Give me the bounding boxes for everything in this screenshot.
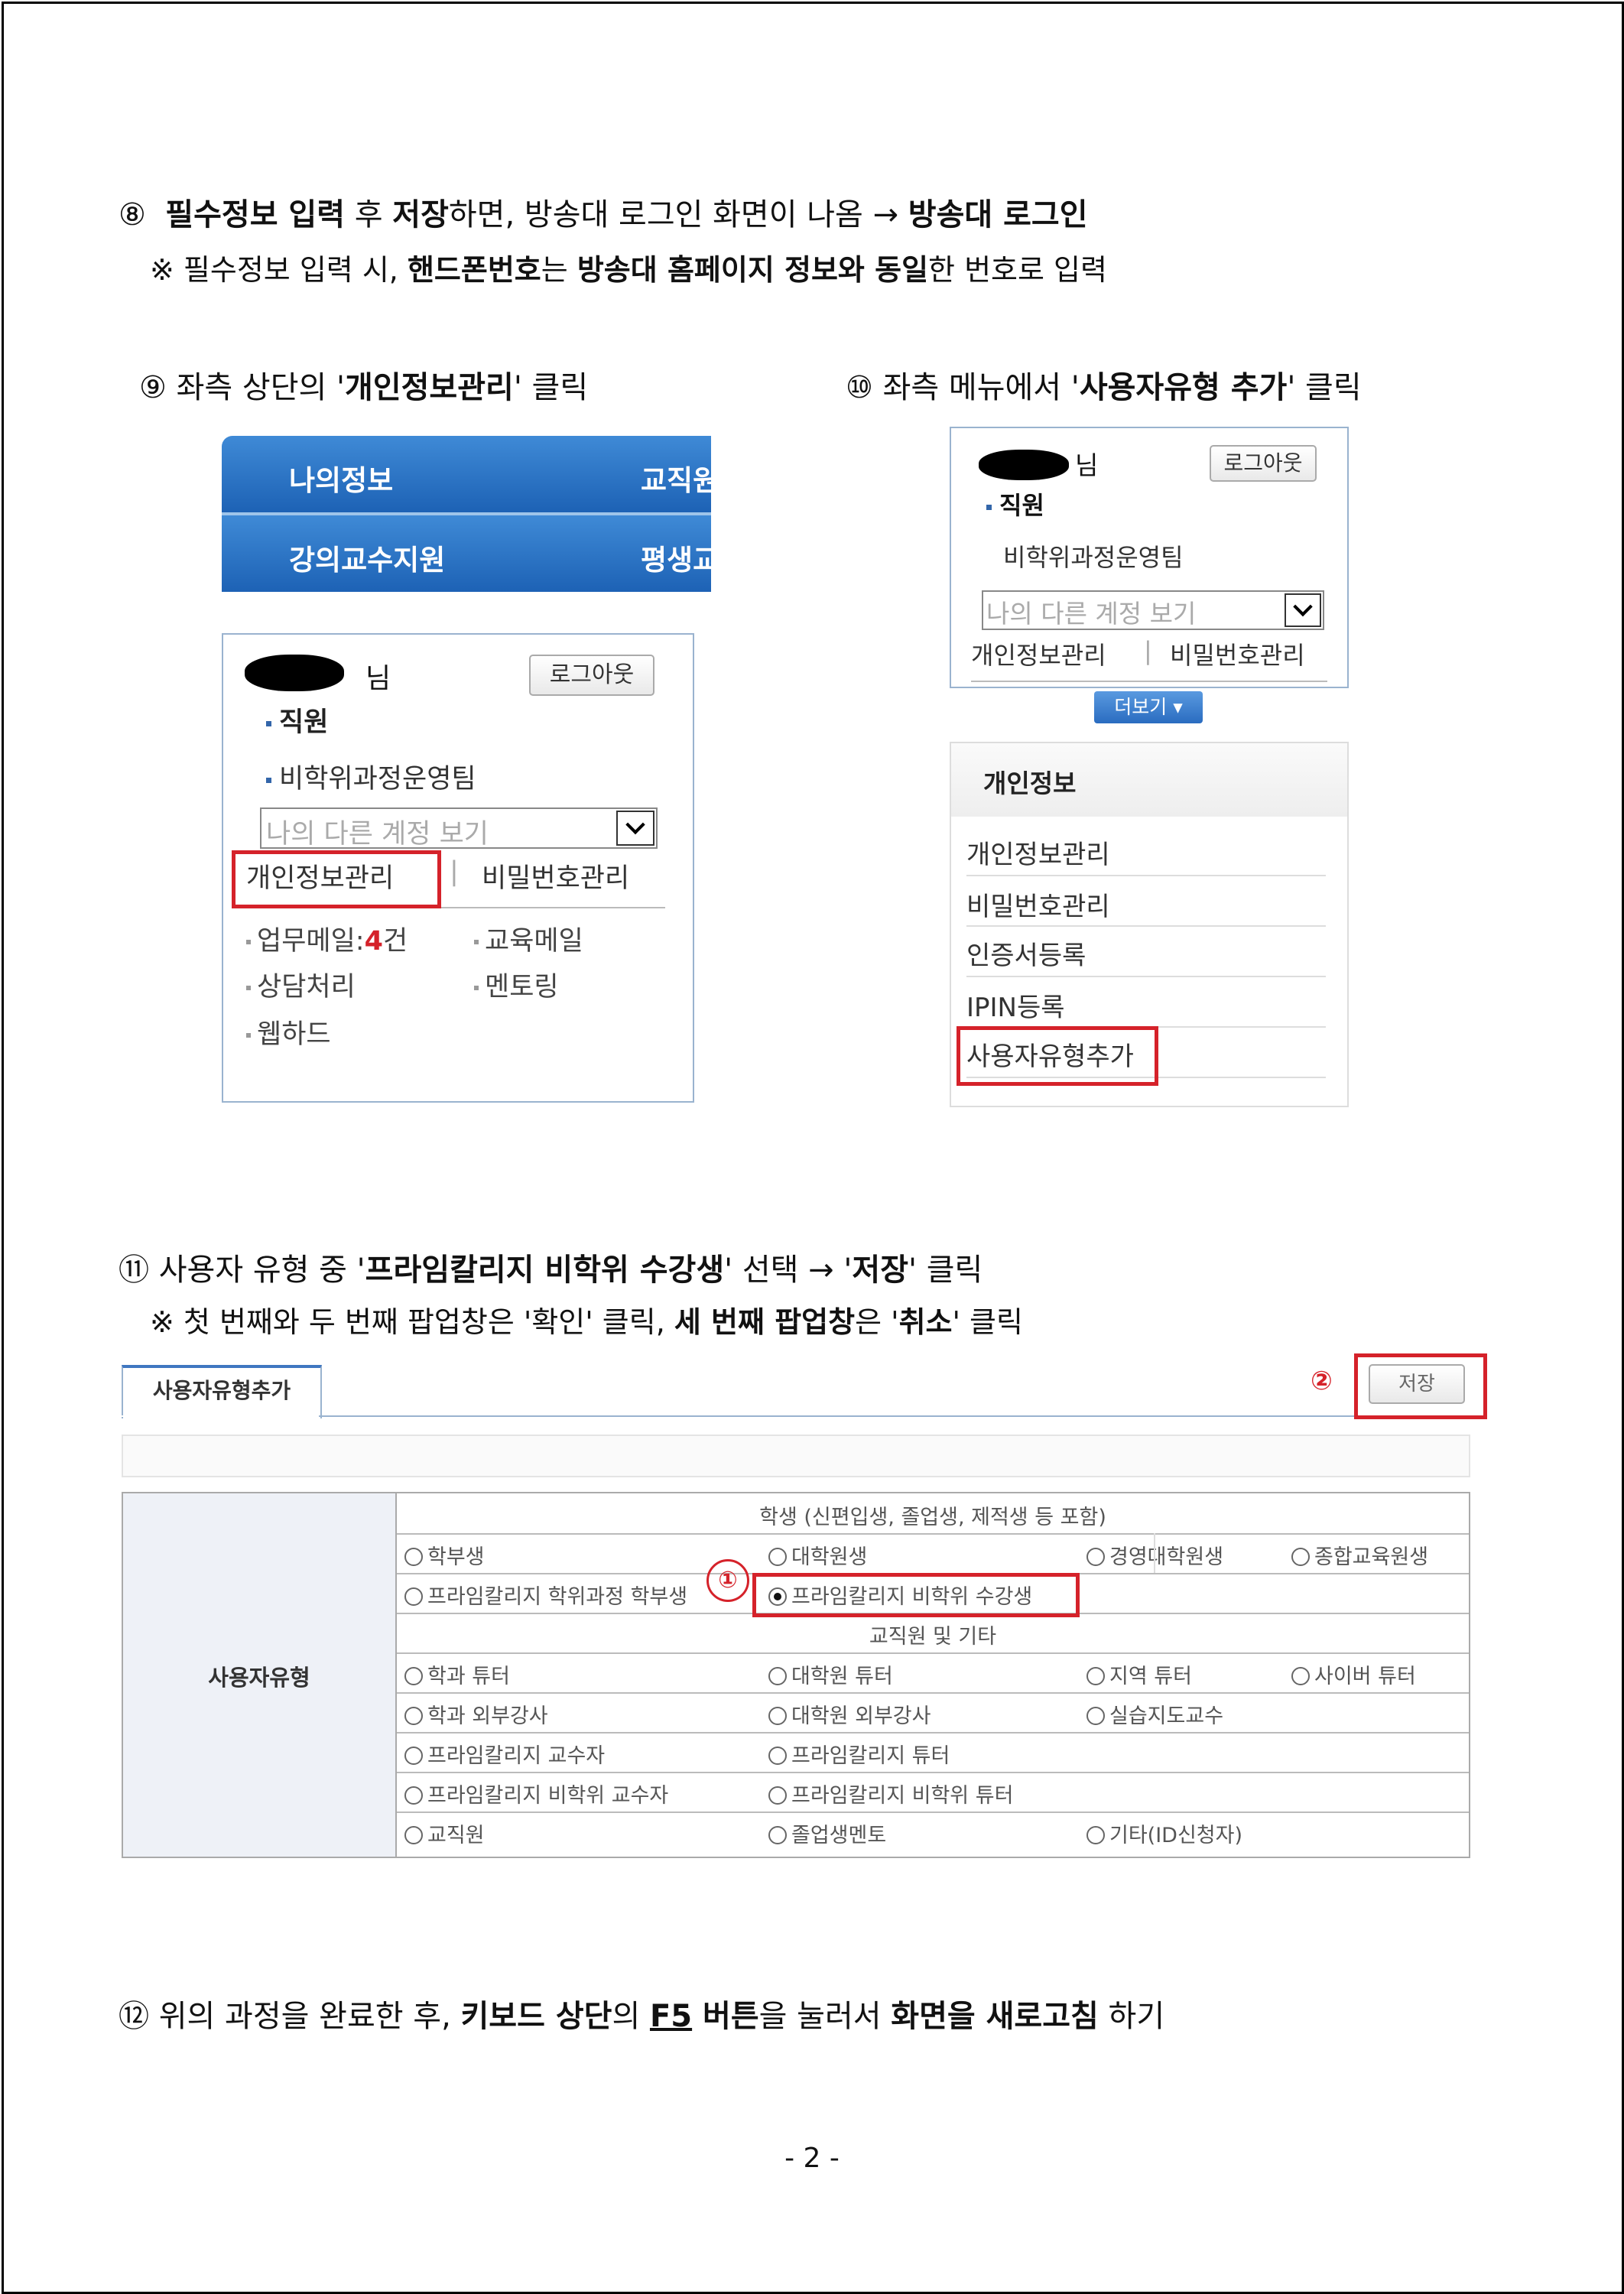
student-header-row: 학생 (신편입생, 졸업생, 제적생 등 포함) bbox=[397, 1493, 1469, 1535]
user-type-label-cell: 사용자유형 bbox=[123, 1493, 397, 1857]
option-regional-tutor[interactable]: 지역 튜터 bbox=[1086, 1659, 1192, 1689]
team-label: 비학위과정운영팀 bbox=[1003, 543, 1184, 572]
tab-lifelong[interactable]: 평생교 bbox=[641, 537, 711, 578]
chevron-down-icon bbox=[616, 811, 654, 846]
user-type-table: 사용자유형 학생 (신편입생, 졸업생, 제적생 등 포함) 학부생 대학원생 … bbox=[122, 1492, 1470, 1858]
step-10: ⑩ 좌측 메뉴에서 '사용자유형 추가' 클릭 bbox=[846, 370, 1362, 405]
step-8-note: ※ 필수정보 입력 시, 핸드폰번호는 방송대 홈페이지 정보와 동일한 번호로… bbox=[150, 253, 1107, 287]
table-row: 학부생 대학원생 경영대학원생 종합교육원생 bbox=[397, 1533, 1469, 1574]
mentoring-link[interactable]: 멘토링 bbox=[474, 965, 559, 1004]
option-grad-tutor[interactable]: 대학원 튜터 bbox=[768, 1659, 893, 1689]
table-row: 교직원 졸업생멘토 기타(ID신청자) bbox=[397, 1811, 1469, 1851]
user-type-label: 사용자유형 bbox=[208, 1665, 310, 1691]
tab-staff[interactable]: 교직원 bbox=[641, 457, 711, 499]
account-select[interactable]: 나의 다른 계정 보기 bbox=[982, 590, 1324, 630]
step-11-note: ※ 첫 번째와 두 번째 팝업창은 '확인' 클릭, 세 번째 팝업창은 '취소… bbox=[150, 1305, 1023, 1339]
table-row: 프라임칼리지 비학위 교수자 프라임칼리지 비학위 튜터 bbox=[397, 1772, 1469, 1813]
highlight-save bbox=[1354, 1353, 1487, 1419]
work-mail-link[interactable]: 업무메일:4건 bbox=[246, 919, 408, 958]
form-spacer bbox=[122, 1435, 1470, 1477]
option-prime-instructor[interactable]: 프라임칼리지 교수자 bbox=[404, 1739, 605, 1769]
staff-header-row: 교직원 및 기타 bbox=[397, 1613, 1469, 1654]
role-label: 직원 bbox=[986, 486, 1044, 522]
role-label: 직원 bbox=[266, 700, 328, 739]
side-menu-privacy[interactable]: 개인정보관리 bbox=[966, 833, 1110, 871]
edu-mail-link[interactable]: 교육메일 bbox=[474, 919, 583, 958]
portal-menu: 나의정보 교직원 강의교수지원 평생교 bbox=[222, 436, 711, 596]
option-dept-lecturer[interactable]: 학과 외부강사 bbox=[404, 1699, 548, 1729]
step-12: ⑫ 위의 과정을 완료한 후, 키보드 상단의 F5 버튼을 눌러서 화면을 새… bbox=[119, 1999, 1165, 2034]
step-9: ⑨ 좌측 상단의 '개인정보관리' 클릭 bbox=[139, 370, 589, 405]
chevron-down-icon bbox=[1285, 593, 1321, 627]
table-row: 프라임칼리지 교수자 프라임칼리지 튜터 bbox=[397, 1732, 1469, 1773]
highlight-privacy bbox=[232, 850, 441, 908]
tab-lecture-support[interactable]: 강의교수지원 bbox=[289, 537, 445, 578]
side-menu-ipin[interactable]: IPIN등록 bbox=[966, 986, 1065, 1024]
side-menu-password[interactable]: 비밀번호관리 bbox=[966, 885, 1110, 923]
option-grad-lecturer[interactable]: 대학원 외부강사 bbox=[768, 1699, 931, 1729]
menu-row-2: 강의교수지원 평생교 bbox=[222, 515, 711, 592]
nim-label: 님 bbox=[365, 663, 391, 694]
side-menu-certificate[interactable]: 인증서등록 bbox=[966, 934, 1086, 972]
menu-row-1: 나의정보 교직원 bbox=[222, 436, 711, 512]
password-link[interactable]: 비밀번호관리 bbox=[1170, 636, 1305, 671]
more-button[interactable]: 더보기 ▾ bbox=[1094, 691, 1203, 723]
counsel-link[interactable]: 상담처리 bbox=[246, 965, 356, 1004]
option-dept-tutor[interactable]: 학과 튜터 bbox=[404, 1659, 510, 1689]
student-header: 학생 (신편입생, 졸업생, 제적생 등 포함) bbox=[759, 1506, 1106, 1529]
option-alumni-mentor[interactable]: 졸업생멘토 bbox=[768, 1818, 886, 1848]
highlight-add-user-type bbox=[957, 1026, 1158, 1086]
account-select[interactable]: 나의 다른 계정 보기 bbox=[260, 807, 658, 850]
option-prime-degree[interactable]: 프라임칼리지 학위과정 학부생 bbox=[404, 1580, 687, 1610]
staff-header: 교직원 및 기타 bbox=[869, 1625, 997, 1649]
team-label: 비학위과정운영팀 bbox=[266, 757, 476, 796]
redacted-name bbox=[979, 450, 1069, 480]
page-number: - 2 - bbox=[784, 2143, 840, 2174]
table-row: 학과 튜터 대학원 튜터 지역 튜터 사이버 튜터 bbox=[397, 1652, 1469, 1694]
option-grad[interactable]: 대학원생 bbox=[768, 1540, 867, 1570]
redacted-name bbox=[245, 655, 344, 691]
option-general-edu[interactable]: 종합교육원생 bbox=[1291, 1540, 1428, 1570]
highlight-non-degree-option bbox=[752, 1573, 1080, 1617]
form-tab[interactable]: 사용자유형추가 bbox=[122, 1365, 322, 1418]
logout-button[interactable]: 로그아웃 bbox=[529, 655, 654, 696]
nim-label: 님 bbox=[1075, 450, 1099, 480]
option-prime-non-degree-instructor[interactable]: 프라임칼리지 비학위 교수자 bbox=[404, 1779, 668, 1808]
step-8: ⑧ 필수정보 입력 후 저장하면, 방송대 로그인 화면이 나옴 → 방송대 로… bbox=[119, 197, 1088, 232]
page-border bbox=[2, 2, 1624, 2294]
option-cyber-tutor[interactable]: 사이버 튜터 bbox=[1291, 1659, 1416, 1689]
login-box-2: 님 로그아웃 직원 비학위과정운영팀 나의 다른 계정 보기 개인정보관리 | … bbox=[950, 427, 1349, 688]
tab-my-info[interactable]: 나의정보 bbox=[289, 457, 393, 499]
side-menu-title: 개인정보 bbox=[983, 768, 1077, 798]
option-undergrad[interactable]: 학부생 bbox=[404, 1540, 485, 1570]
webhard-link[interactable]: 웹하드 bbox=[246, 1012, 331, 1051]
option-prime-non-degree-tutor[interactable]: 프라임칼리지 비학위 튜터 bbox=[768, 1779, 1013, 1808]
option-practicum-professor[interactable]: 실습지도교수 bbox=[1086, 1699, 1223, 1729]
option-other[interactable]: 기타(ID신청자) bbox=[1086, 1818, 1242, 1848]
link-divider: | bbox=[450, 856, 459, 887]
marker-2: ② bbox=[1311, 1366, 1333, 1396]
option-prime-tutor[interactable]: 프라임칼리지 튜터 bbox=[768, 1739, 950, 1769]
logout-button[interactable]: 로그아웃 bbox=[1210, 445, 1317, 482]
link-divider: | bbox=[1144, 636, 1152, 665]
table-row: 학과 외부강사 대학원 외부강사 실습지도교수 bbox=[397, 1692, 1469, 1733]
marker-1: ① bbox=[706, 1559, 749, 1602]
privacy-link[interactable]: 개인정보관리 bbox=[971, 636, 1106, 671]
password-link[interactable]: 비밀번호관리 bbox=[482, 856, 629, 895]
option-staff[interactable]: 교직원 bbox=[404, 1818, 485, 1848]
step-11: ⑪ 사용자 유형 중 '프라임칼리지 비학위 수강생' 선택 → '저장' 클릭 bbox=[119, 1253, 983, 1288]
